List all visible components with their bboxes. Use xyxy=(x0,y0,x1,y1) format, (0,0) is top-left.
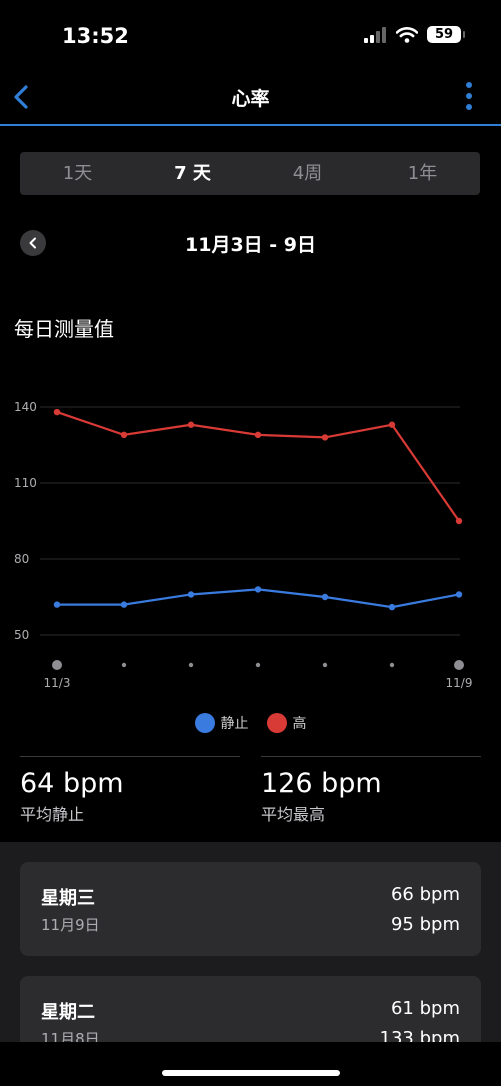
data-point-resting xyxy=(53,601,61,608)
data-point-high xyxy=(187,421,195,428)
avg-resting-label: 平均静止 xyxy=(20,805,85,824)
x-axis-day-marker xyxy=(52,660,62,670)
legend-label-high: 高 xyxy=(292,716,307,732)
legend-dot-resting xyxy=(194,713,215,733)
day-date: 11月9日 xyxy=(41,916,100,934)
data-point-high xyxy=(120,431,128,439)
x-axis-day-marker xyxy=(121,662,127,668)
day-resting-value: 61 bpm xyxy=(390,998,460,1019)
data-point-resting xyxy=(187,591,195,598)
battery-level: 59 xyxy=(434,27,454,42)
avg-high-value: 126 bpm xyxy=(261,768,382,799)
cellular-signal-icon xyxy=(364,26,386,43)
y-tick-label: 80 xyxy=(14,552,29,566)
data-point-resting xyxy=(120,601,128,608)
heart-rate-chart: 140 110 80 50 11/3 11/9 xyxy=(14,400,473,690)
day-high-value: 95 bpm xyxy=(390,914,460,935)
tab-4-weeks[interactable]: 4周 xyxy=(250,152,365,195)
x-tick-label: 11/9 xyxy=(446,676,473,690)
avg-high-label: 平均最高 xyxy=(261,805,326,824)
daily-list: 星期三 11月9日 66 bpm 95 bpm 星期二 11月8日 61 bpm… xyxy=(0,842,501,1042)
date-range-row: 11月3日 - 9日 xyxy=(0,225,501,261)
day-name: 星期二 xyxy=(41,1002,95,1023)
data-point-resting xyxy=(321,593,329,601)
legend-dot-high xyxy=(266,713,287,733)
data-point-high xyxy=(321,434,329,441)
summary-high: 126 bpm 平均最高 xyxy=(261,756,481,825)
battery-icon: 59 xyxy=(427,26,465,43)
x-axis-day-marker xyxy=(255,662,261,668)
data-point-high xyxy=(254,431,262,439)
data-point-resting xyxy=(455,591,463,598)
summary-resting: 64 bpm 平均静止 xyxy=(20,756,240,825)
day-card[interactable]: 星期二 11月8日 61 bpm 133 bpm xyxy=(20,976,481,1042)
day-date: 11月8日 xyxy=(41,1030,100,1042)
data-point-high xyxy=(455,517,463,525)
status-icons: 59 xyxy=(363,26,465,43)
x-axis-day-marker xyxy=(322,662,328,668)
x-axis-day-marker xyxy=(188,662,194,668)
x-axis-day-marker xyxy=(454,660,464,670)
status-time: 13:52 xyxy=(62,24,129,48)
legend-label-resting: 静止 xyxy=(220,716,249,732)
legend-item-resting: 静止 xyxy=(194,713,249,733)
day-resting-value: 66 bpm xyxy=(390,884,460,905)
tab-1-year[interactable]: 1年 xyxy=(365,152,480,195)
home-indicator xyxy=(162,1070,340,1076)
day-high-value: 133 bpm xyxy=(379,1028,460,1042)
data-point-high xyxy=(53,408,61,416)
series-line-high xyxy=(56,411,460,522)
data-point-resting xyxy=(388,603,396,611)
tab-1-day[interactable]: 1天 xyxy=(20,152,135,195)
x-tick-label: 11/3 xyxy=(44,676,71,690)
status-bar: 13:52 59 xyxy=(0,0,501,75)
day-card[interactable]: 星期三 11月9日 66 bpm 95 bpm xyxy=(20,862,481,956)
y-tick-label: 110 xyxy=(14,476,37,490)
avg-resting-value: 64 bpm xyxy=(20,768,124,799)
nav-bar: 心率 xyxy=(0,75,501,126)
legend-item-high: 高 xyxy=(266,713,307,733)
chart-legend: 静止 高 xyxy=(0,713,501,733)
data-point-high xyxy=(388,421,396,428)
period-tabs: 1天 7 天 4周 1年 xyxy=(20,152,480,195)
y-tick-label: 50 xyxy=(14,628,29,642)
date-range-label: 11月3日 - 9日 xyxy=(185,234,316,256)
y-tick-label: 140 xyxy=(14,400,37,414)
wifi-icon xyxy=(396,26,418,43)
day-name: 星期三 xyxy=(41,888,95,909)
data-point-resting xyxy=(254,586,262,593)
x-axis-day-marker xyxy=(389,662,395,668)
section-title: 每日测量值 xyxy=(14,317,114,341)
more-options-icon[interactable] xyxy=(465,81,473,111)
tab-7-days[interactable]: 7 天 xyxy=(135,152,250,195)
page-title: 心率 xyxy=(231,88,270,110)
